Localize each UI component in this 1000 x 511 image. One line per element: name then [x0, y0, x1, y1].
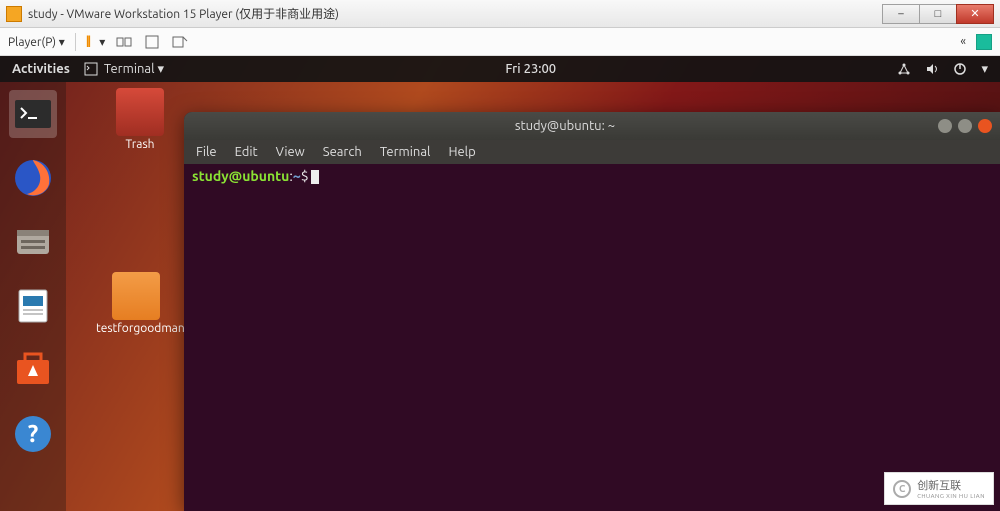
- folder-icon: [112, 272, 160, 320]
- network-icon: [897, 62, 911, 76]
- menu-view[interactable]: View: [276, 145, 305, 159]
- dropdown-icon[interactable]: ▾: [99, 35, 105, 49]
- trash-icon: [116, 88, 164, 136]
- dock-files[interactable]: [9, 218, 57, 266]
- dock-terminal[interactable]: [9, 90, 57, 138]
- terminal-titlebar[interactable]: study@ubuntu: ~: [184, 112, 1000, 140]
- desktop-folder-testforgoodman[interactable]: testforgoodman: [96, 272, 176, 335]
- term-minimize-button[interactable]: [938, 119, 952, 133]
- watermark: C 创新互联 CHUANG XIN HU LIAN: [884, 472, 994, 505]
- files-icon: [13, 222, 53, 262]
- close-button[interactable]: ✕: [956, 4, 994, 24]
- term-close-button[interactable]: [978, 119, 992, 133]
- prompt-end: $: [301, 168, 309, 184]
- cursor: [311, 170, 319, 184]
- system-tray[interactable]: ▾: [897, 62, 988, 77]
- dock: ?: [0, 82, 66, 511]
- term-maximize-button[interactable]: [958, 119, 972, 133]
- window-title: study - VMware Workstation 15 Player (仅用…: [28, 5, 877, 22]
- menu-help[interactable]: Help: [448, 145, 475, 159]
- prompt-path: ~: [293, 168, 301, 184]
- watermark-sub: CHUANG XIN HU LIAN: [917, 493, 985, 500]
- player-menu[interactable]: Player(P) ▾: [8, 35, 65, 49]
- watermark-brand: 创新互联: [917, 477, 985, 493]
- dock-writer[interactable]: [9, 282, 57, 330]
- watermark-logo-icon: C: [893, 480, 911, 498]
- ubuntu-software-icon: [13, 350, 53, 390]
- app-menu[interactable]: Terminal ▾: [84, 62, 164, 77]
- unity-mode-icon[interactable]: [171, 33, 189, 51]
- prompt-user: study@ubuntu: [192, 168, 289, 184]
- ubuntu-desktop[interactable]: ? Trash testforgoodman study@ubuntu: ~: [0, 82, 1000, 511]
- svg-text:?: ?: [28, 420, 39, 447]
- volume-icon: [925, 62, 939, 76]
- maximize-button[interactable]: □: [919, 4, 957, 24]
- windows-titlebar: study - VMware Workstation 15 Player (仅用…: [0, 0, 1000, 28]
- terminal-menubar: File Edit View Search Terminal Help: [184, 140, 1000, 164]
- menu-terminal[interactable]: Terminal: [380, 145, 431, 159]
- dock-software[interactable]: [9, 346, 57, 394]
- ubuntu-top-bar: Activities Terminal ▾ Fri 23:00 ▾: [0, 56, 1000, 82]
- power-icon: [953, 62, 967, 76]
- dock-firefox[interactable]: [9, 154, 57, 202]
- clock[interactable]: Fri 23:00: [178, 62, 883, 76]
- folder-label: testforgoodman: [96, 322, 176, 335]
- libreoffice-writer-icon: [13, 286, 53, 326]
- chevron-down-icon: ▾: [981, 62, 988, 77]
- activities-button[interactable]: Activities: [12, 62, 70, 76]
- terminal-body[interactable]: study@ubuntu:~$: [184, 164, 1000, 511]
- separator: [75, 33, 76, 51]
- terminal-icon: [84, 62, 98, 76]
- vmware-app-icon: [6, 6, 22, 22]
- terminal-title: study@ubuntu: ~: [192, 119, 938, 133]
- trash-label: Trash: [100, 138, 180, 151]
- desktop-trash[interactable]: Trash: [100, 88, 180, 151]
- pause-button[interactable]: ||: [86, 35, 89, 48]
- collapse-button[interactable]: «: [960, 35, 966, 48]
- dock-help[interactable]: ?: [9, 410, 57, 458]
- firefox-icon: [13, 158, 53, 198]
- menu-search[interactable]: Search: [323, 145, 362, 159]
- terminal-app-icon: [13, 94, 53, 134]
- app-menu-label: Terminal ▾: [104, 62, 164, 77]
- send-ctrl-alt-del-icon[interactable]: [115, 33, 133, 51]
- window-controls: – □ ✕: [883, 4, 994, 24]
- terminal-window: study@ubuntu: ~ File Edit View Search Te…: [184, 112, 1000, 511]
- vmware-toolbar: Player(P) ▾ || ▾ «: [0, 28, 1000, 56]
- minimize-button[interactable]: –: [882, 4, 920, 24]
- menu-edit[interactable]: Edit: [235, 145, 258, 159]
- menu-file[interactable]: File: [196, 145, 217, 159]
- help-icon: ?: [13, 414, 53, 454]
- hint-icon[interactable]: [976, 34, 992, 50]
- vm-display: Activities Terminal ▾ Fri 23:00 ▾: [0, 56, 1000, 511]
- fullscreen-icon[interactable]: [143, 33, 161, 51]
